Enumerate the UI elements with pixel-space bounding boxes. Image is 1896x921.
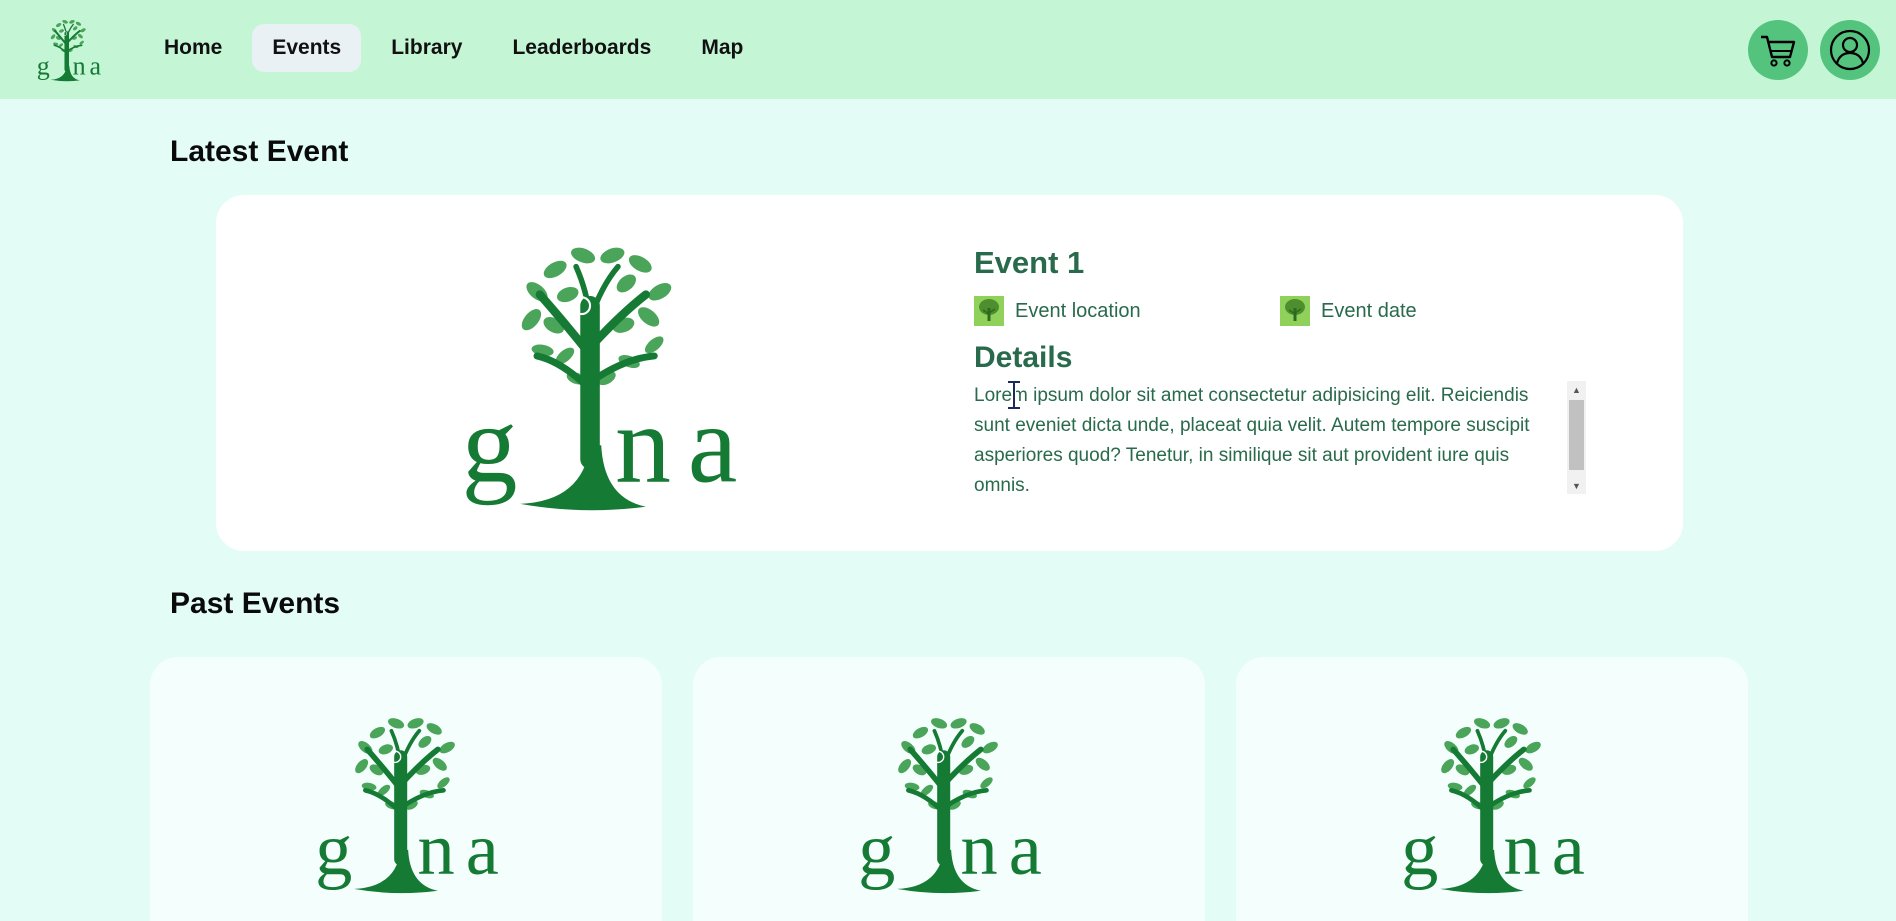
profile-button[interactable] <box>1820 20 1880 80</box>
event-meta: Event location Event date <box>974 295 1586 327</box>
details-heading: Details <box>974 341 1073 374</box>
event-info: Event 1 Event location Event date Detail… <box>974 245 1586 494</box>
past-event-card[interactable] <box>693 657 1205 921</box>
gina-logo[interactable] <box>30 14 110 84</box>
event-title: Event 1 <box>974 245 1085 280</box>
details-scrollbar[interactable]: ▲ ▼ <box>1567 381 1586 494</box>
past-event-image <box>833 701 1073 901</box>
nav-events[interactable]: Events <box>252 24 362 72</box>
event-date: Event date <box>1280 296 1586 326</box>
event-location: Event location <box>974 296 1280 326</box>
date-icon <box>1280 296 1310 326</box>
scroll-thumb[interactable] <box>1569 400 1584 470</box>
event-location-text: Event location <box>1015 299 1141 322</box>
details-scroll-area[interactable]: Lorem ipsum dolor sit amet consectetur a… <box>974 381 1586 494</box>
nav-leaderboards[interactable]: Leaderboards <box>492 24 671 72</box>
user-icon <box>1829 29 1871 71</box>
past-event-card[interactable] <box>1236 657 1748 921</box>
past-events-heading: Past Events <box>170 587 341 620</box>
past-event-card[interactable] <box>150 657 662 921</box>
scroll-down-arrow-icon[interactable]: ▼ <box>1567 477 1586 494</box>
location-icon <box>974 296 1004 326</box>
latest-event-heading: Latest Event <box>170 135 349 168</box>
nav-actions <box>1748 20 1880 80</box>
past-event-image <box>290 701 530 901</box>
main-nav: Home Events Library Leaderboards Map <box>144 24 763 72</box>
nav-home[interactable]: Home <box>144 24 242 72</box>
top-navbar: Home Events Library Leaderboards Map <box>0 0 1896 99</box>
cart-button[interactable] <box>1748 20 1808 80</box>
cart-icon <box>1761 35 1796 67</box>
latest-event-card[interactable]: Event 1 Event location Event date Detail… <box>216 195 1683 551</box>
event-date-text: Event date <box>1321 299 1417 322</box>
past-event-image <box>1376 701 1616 901</box>
nav-map[interactable]: Map <box>681 24 763 72</box>
event-image <box>414 222 794 522</box>
nav-library[interactable]: Library <box>371 24 482 72</box>
scroll-up-arrow-icon[interactable]: ▲ <box>1567 381 1586 398</box>
text-cursor-icon <box>1008 380 1020 410</box>
details-text: Lorem ipsum dolor sit amet consectetur a… <box>974 385 1530 494</box>
